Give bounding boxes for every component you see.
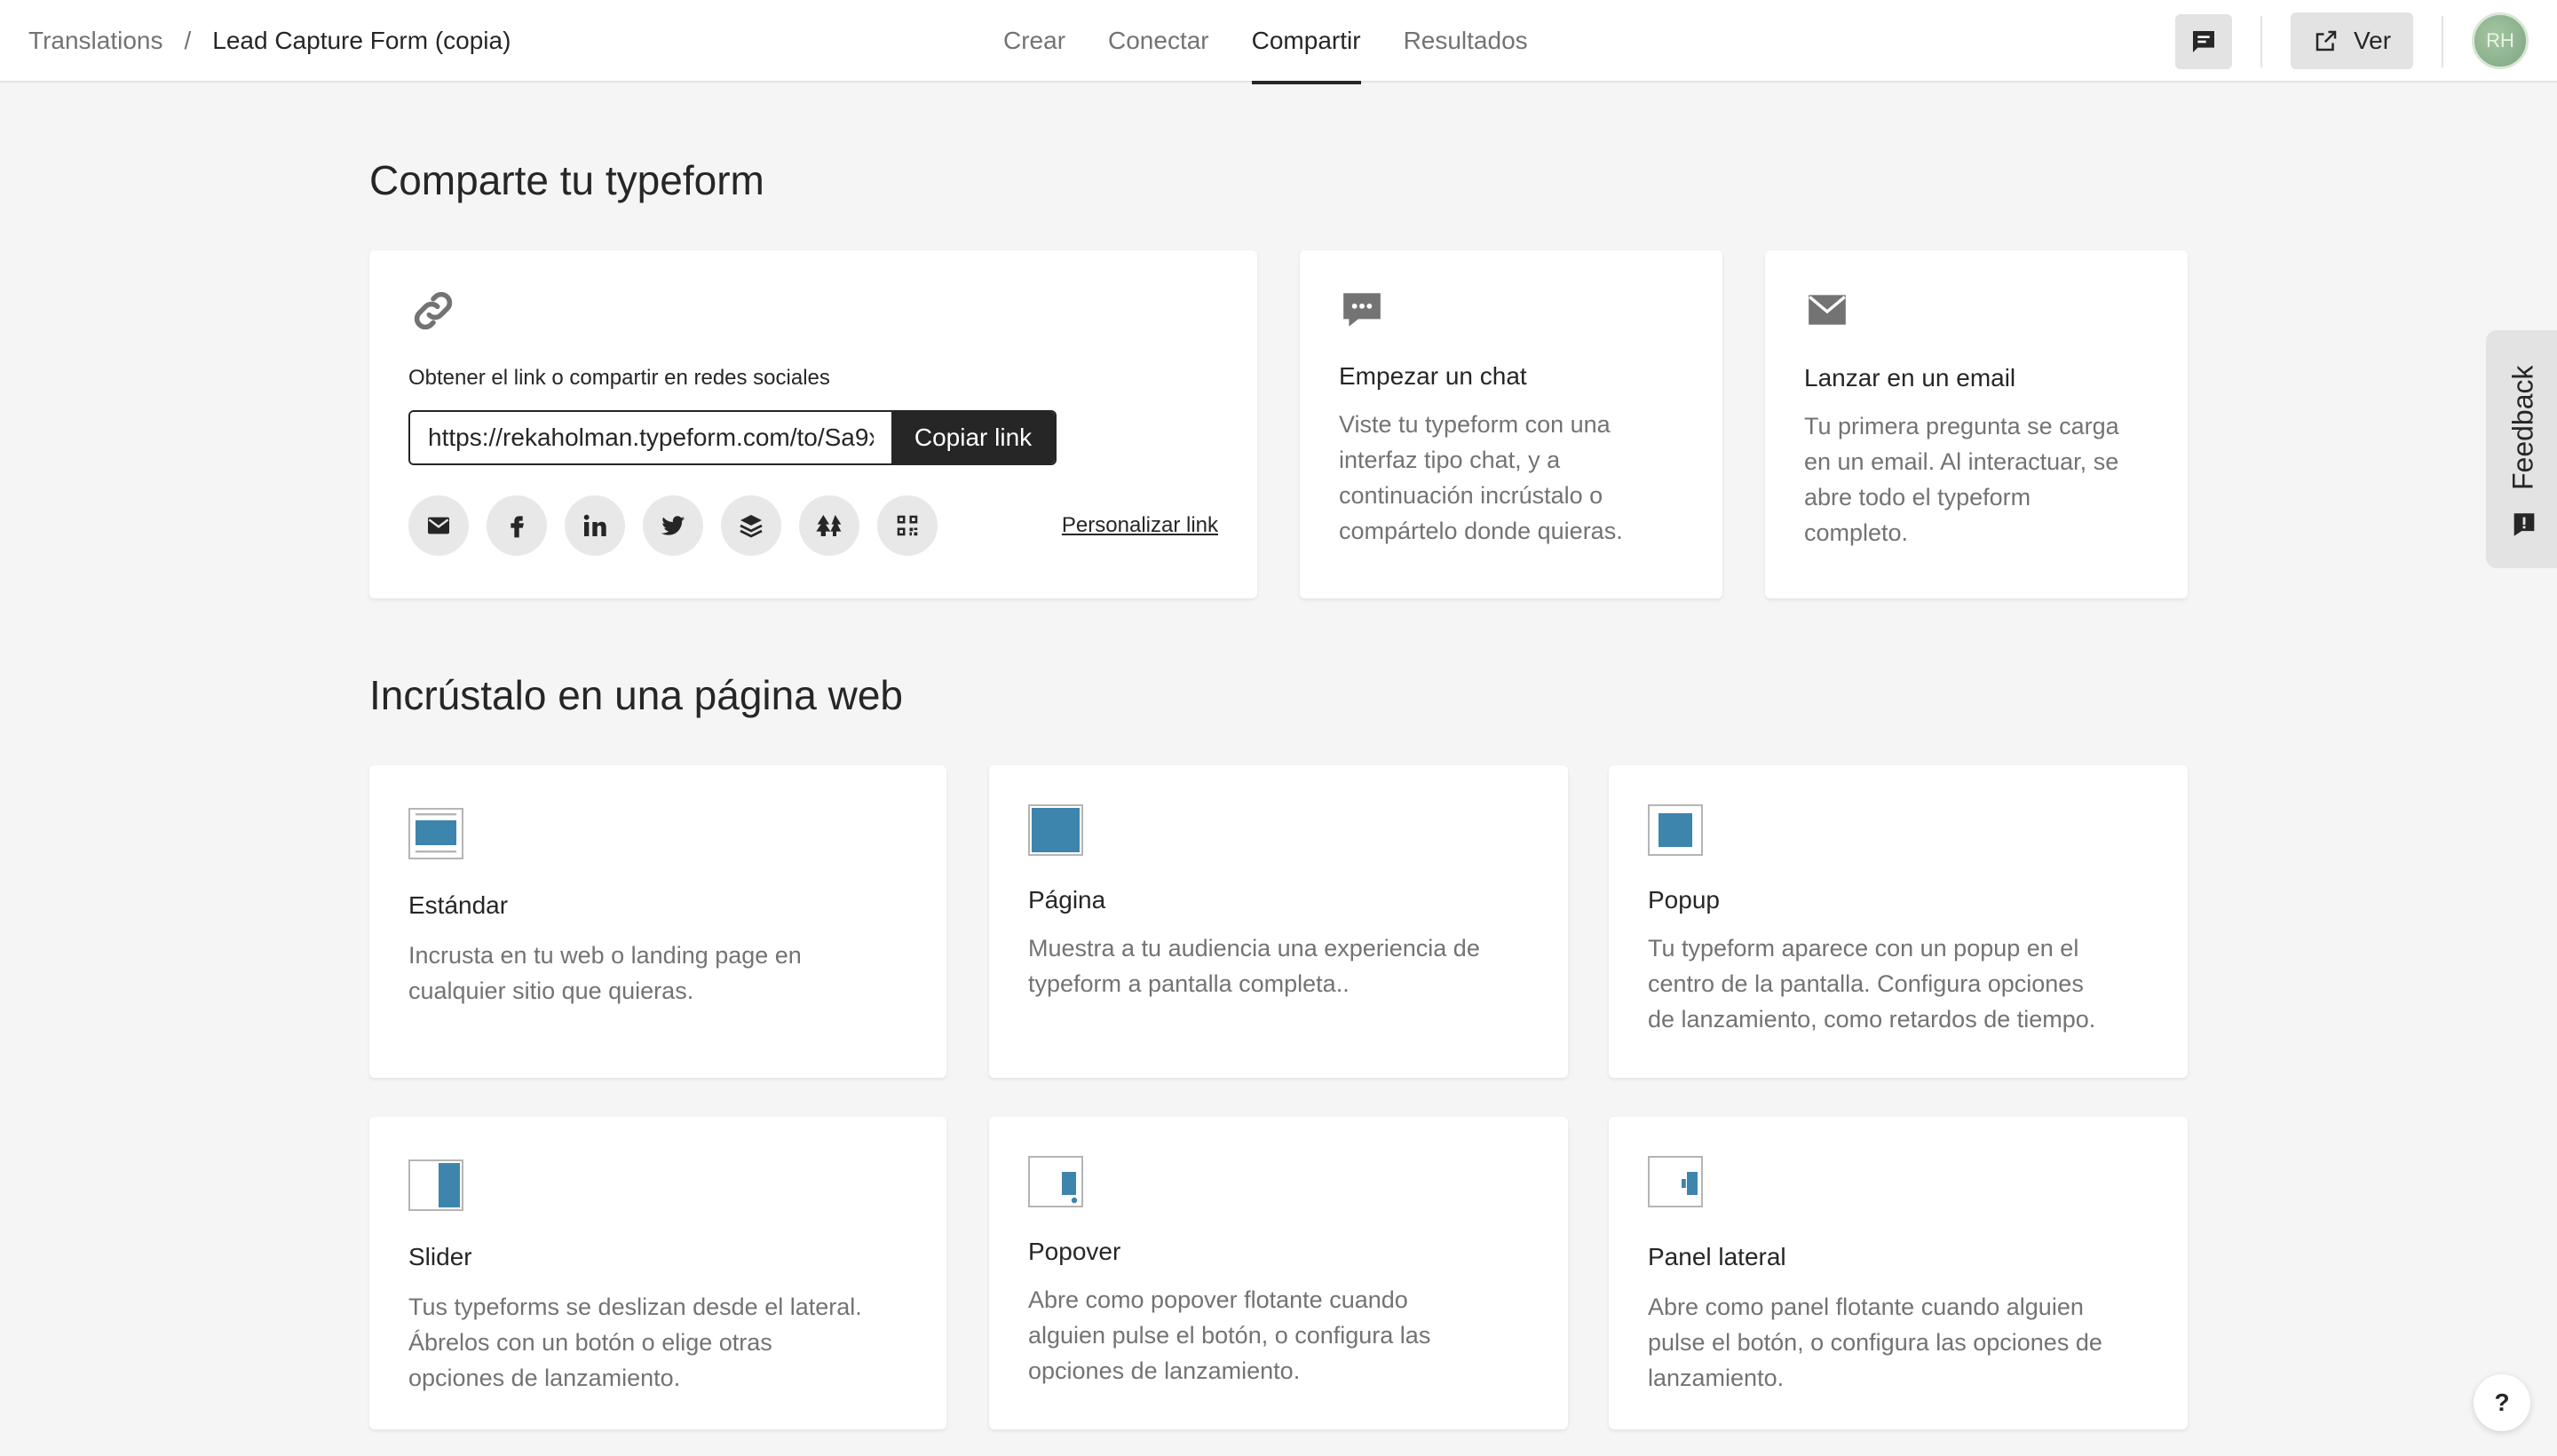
share-buffer-button[interactable] [721, 495, 781, 556]
email-card-title: Lanzar en un email [1804, 364, 2016, 392]
email-card[interactable]: Lanzar en un email Tu primera pregunta s… [1765, 250, 2188, 598]
embed-card-title: Página [1028, 886, 1106, 914]
embed-card-description: Tus typeforms se deslizan desde el later… [408, 1294, 862, 1391]
embed-card-standard[interactable]: Estándar Incrusta en tu web o landing pa… [369, 765, 946, 1078]
embed-card-side-panel[interactable]: Panel lateral Abre como panel flotante c… [1609, 1117, 2188, 1429]
embed-card-description: Tu typeform aparece con un popup en el c… [1648, 935, 2096, 1033]
embed-card-description: Incrusta en tu web o landing page en cua… [408, 942, 802, 1004]
share-link-card: Obtener el link o compartir en redes soc… [369, 250, 1257, 598]
top-bar: Translations / Lead Capture Form (copia)… [0, 0, 2557, 84]
linkedin-icon [583, 514, 606, 536]
embed-card-description: Abre como panel flotante cuando alguien … [1648, 1294, 2102, 1391]
link-icon [414, 291, 453, 330]
customize-link[interactable]: Personalizar link [1062, 513, 1218, 538]
share-email-button[interactable] [408, 495, 469, 556]
envelope-icon [1809, 295, 1846, 325]
share-section-title: Comparte tu typeform [369, 157, 764, 203]
chat-card[interactable]: Empezar un chat Viste tu typeform con un… [1300, 250, 1722, 598]
tab-conectar[interactable]: Conectar [1108, 0, 1209, 83]
tab-crear[interactable]: Crear [1003, 0, 1065, 83]
embed-card-description: Muestra a tu audiencia una experiencia d… [1028, 935, 1480, 997]
help-button[interactable]: ? [2474, 1374, 2530, 1431]
twitter-icon [661, 516, 685, 535]
qr-code-icon [897, 515, 918, 536]
standard-embed-icon [408, 808, 463, 859]
embed-card-popup[interactable]: Popup Tu typeform aparece con un popup e… [1609, 765, 2188, 1078]
feedback-icon [2513, 513, 2535, 536]
popup-icon [1648, 804, 1703, 856]
view-button[interactable]: Ver [2291, 12, 2413, 69]
tab-resultados[interactable]: Resultados [1404, 0, 1528, 83]
copy-link-button[interactable]: Copiar link [891, 412, 1055, 463]
feedback-label: Feedback [2506, 365, 2539, 491]
embed-card-title: Estándar [408, 891, 509, 919]
embed-card-title: Slider [408, 1243, 472, 1270]
share-twitter-button[interactable] [643, 495, 703, 556]
embed-card-title: Panel lateral [1648, 1243, 1786, 1270]
full-page-icon [1028, 804, 1083, 856]
divider [2260, 16, 2262, 67]
share-linkedin-button[interactable] [565, 495, 625, 556]
social-share-row [408, 495, 938, 556]
breadcrumb-separator: / [184, 27, 192, 54]
tree-icon [816, 515, 842, 536]
avatar[interactable]: RH [2472, 12, 2529, 69]
breadcrumb: Translations / Lead Capture Form (copia) [28, 27, 511, 55]
slider-icon [408, 1159, 463, 1211]
divider [2442, 16, 2443, 67]
share-url-input[interactable] [410, 412, 891, 463]
share-tree-button[interactable] [799, 495, 859, 556]
main-tabs: Crear Conectar Compartir Resultados [1003, 0, 1571, 84]
email-card-description: Tu primera pregunta se carga en un email… [1804, 413, 2119, 546]
embed-card-title: Popover [1028, 1238, 1121, 1265]
breadcrumb-root-link[interactable]: Translations [28, 27, 162, 55]
buffer-icon [740, 515, 763, 538]
chat-bubble-icon [1343, 293, 1381, 327]
facebook-icon [511, 516, 524, 538]
breadcrumb-current-form[interactable]: Lead Capture Form (copia) [212, 27, 511, 55]
email-icon [428, 517, 449, 534]
view-button-label: Ver [2353, 27, 2392, 54]
tab-compartir[interactable]: Compartir [1251, 0, 1361, 84]
share-link-label: Obtener el link o compartir en redes soc… [408, 366, 830, 390]
external-link-icon [2316, 30, 2337, 51]
embed-card-slider[interactable]: Slider Tus typeforms se deslizan desde e… [369, 1117, 946, 1429]
share-link-field: Copiar link [408, 410, 1057, 465]
popover-icon [1028, 1156, 1083, 1207]
share-facebook-button[interactable] [487, 495, 547, 556]
feedback-tab[interactable]: Feedback [2486, 330, 2557, 568]
embed-card-title: Popup [1648, 886, 1720, 914]
share-qr-button[interactable] [877, 495, 938, 556]
comment-icon [2193, 31, 2214, 52]
embed-card-popover[interactable]: Popover Abre como popover flotante cuand… [989, 1117, 1568, 1429]
embed-card-page[interactable]: Página Muestra a tu audiencia una experi… [989, 765, 1568, 1078]
chat-card-description: Viste tu typeform con una interfaz tipo … [1339, 411, 1623, 544]
embed-section-title: Incrústalo en una página web [369, 672, 903, 718]
comments-button[interactable] [2175, 14, 2232, 69]
side-panel-icon [1648, 1156, 1703, 1207]
embed-card-description: Abre como popover flotante cuando alguie… [1028, 1286, 1431, 1384]
chat-card-title: Empezar un chat [1339, 362, 1527, 390]
